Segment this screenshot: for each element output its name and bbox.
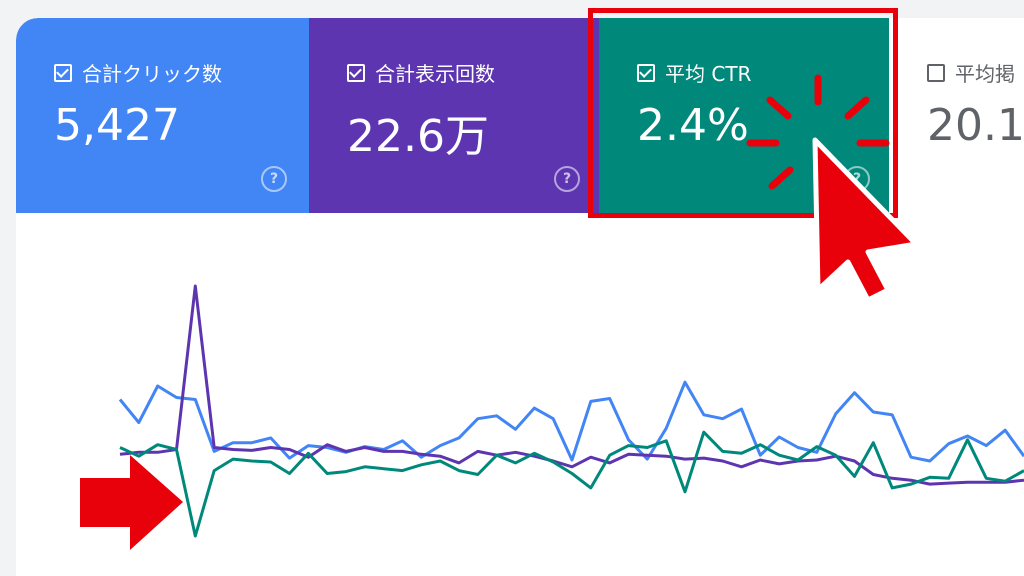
series-line-1	[119, 284, 1024, 486]
series-line-2	[119, 430, 1024, 538]
highlight-box	[588, 8, 898, 218]
